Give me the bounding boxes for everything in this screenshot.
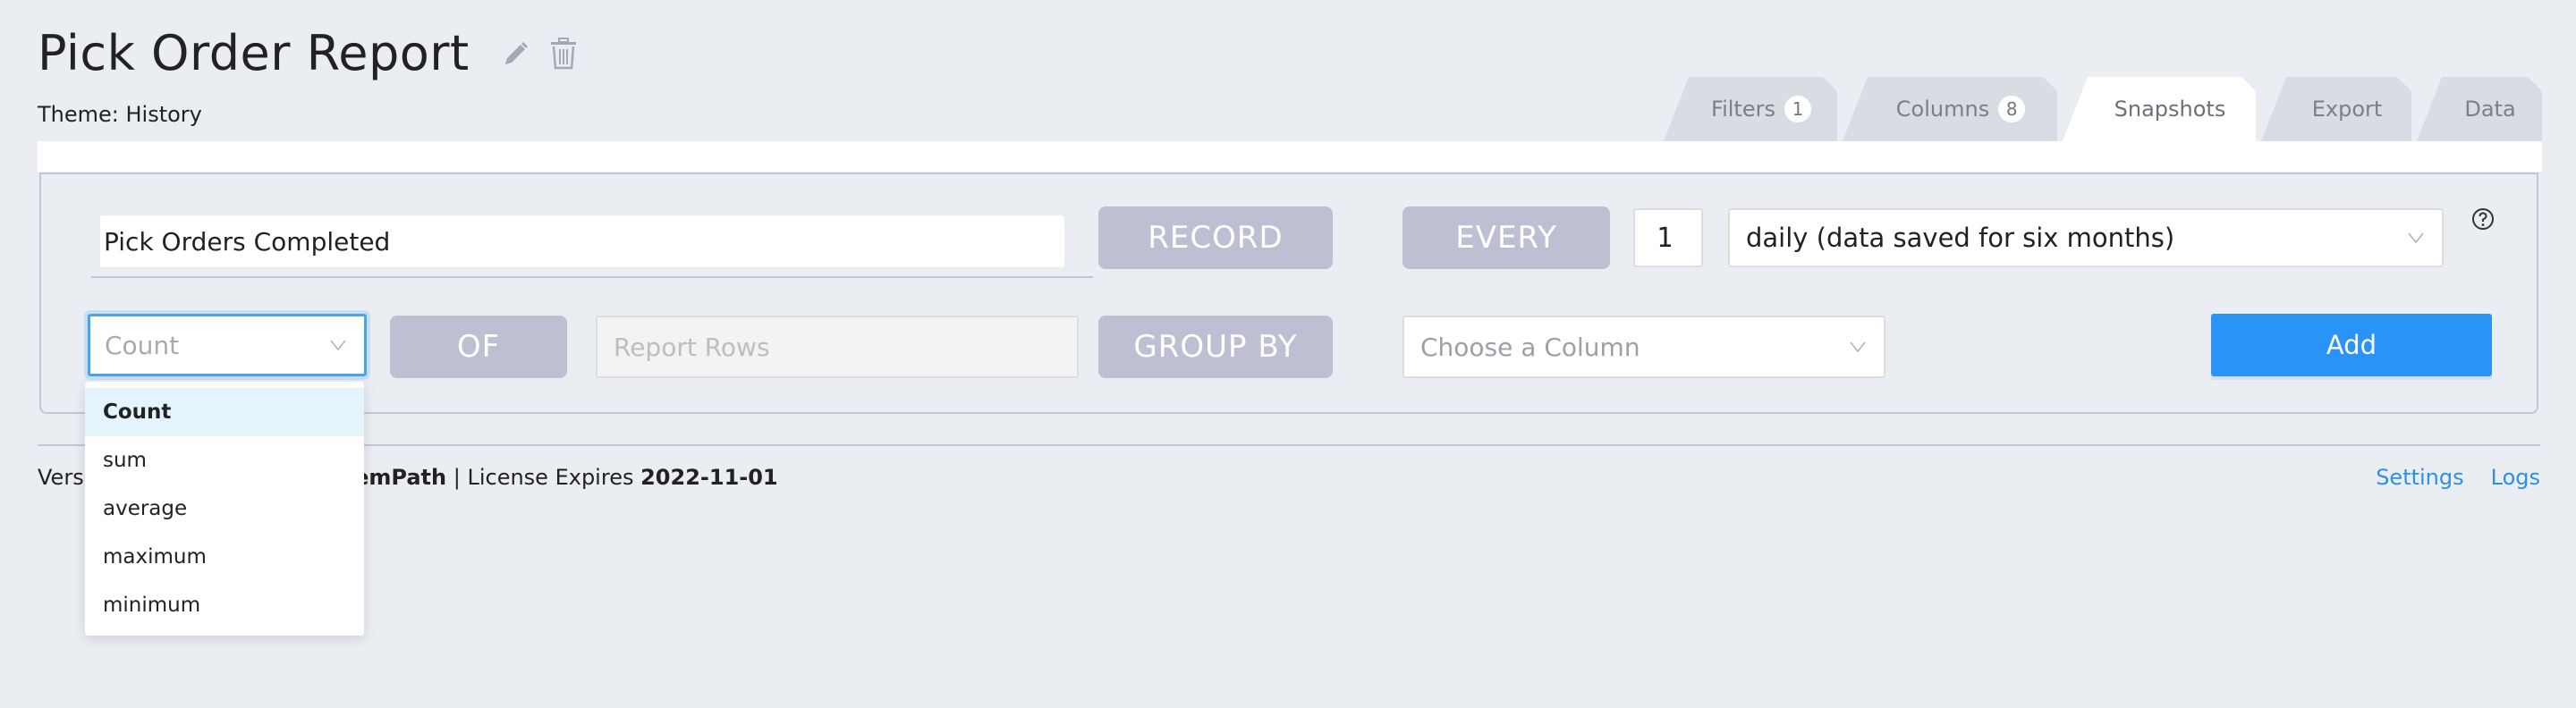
columns-count-badge: 8: [1998, 96, 2026, 122]
tab-label: Columns: [1895, 97, 1990, 122]
report-page: Pick Order Report Theme: History Filters: [0, 0, 2576, 708]
aggregation-dropdown-menu: Count sum average maximum minimum: [85, 382, 364, 636]
footer-links: Settings Logs: [2376, 465, 2540, 490]
tab-label: Data: [2464, 97, 2516, 122]
settings-link[interactable]: Settings: [2376, 465, 2463, 490]
aggregation-select-value: Count: [105, 330, 180, 360]
filters-count-badge: 1: [1784, 96, 1811, 122]
title-row: Pick Order Report: [38, 25, 579, 81]
footer-divider: [38, 444, 2540, 446]
snapshot-form-panel: RECORD EVERY 1 daily (data saved for six…: [39, 173, 2538, 414]
dropdown-option-count[interactable]: Count: [85, 388, 364, 436]
of-field: Report Rows: [596, 316, 1079, 378]
group-by-label: GROUP BY: [1098, 316, 1333, 378]
chevron-down-icon: [1850, 341, 1866, 352]
separator: |: [453, 465, 461, 490]
group-by-column-select[interactable]: Choose a Column: [1402, 316, 1885, 378]
logs-link[interactable]: Logs: [2491, 465, 2540, 490]
dropdown-option-sum[interactable]: sum: [85, 436, 364, 485]
tab-label: Export: [2311, 97, 2383, 122]
license-date: 2022-11-01: [640, 465, 778, 490]
trash-icon: [550, 37, 576, 69]
tab-content-header: [38, 141, 2542, 172]
group-by-placeholder: Choose a Column: [1420, 332, 1640, 362]
chevron-down-icon: [2408, 232, 2424, 243]
tab-columns[interactable]: Columns 8: [1843, 77, 2057, 141]
tab-label: Filters: [1711, 97, 1775, 122]
record-label: RECORD: [1098, 206, 1333, 269]
edit-button[interactable]: [502, 39, 530, 68]
interval-select[interactable]: daily (data saved for six months): [1728, 208, 2444, 267]
tab-bar: Filters 1 Columns 8 Snapshots Export Dat…: [1658, 77, 2542, 141]
every-count-input[interactable]: 1: [1633, 208, 1703, 267]
tab-export[interactable]: Export: [2261, 77, 2411, 141]
version-text: Vers: [38, 465, 84, 490]
snapshot-name-field: [91, 215, 1093, 278]
page-title: Pick Order Report: [38, 25, 470, 81]
dropdown-option-average[interactable]: average: [85, 485, 364, 533]
aggregation-select[interactable]: Count: [88, 314, 367, 376]
tab-snapshots[interactable]: Snapshots: [2063, 77, 2256, 141]
every-label: EVERY: [1402, 206, 1610, 269]
license-label: License Expires: [467, 465, 634, 490]
tab-data[interactable]: Data: [2417, 77, 2542, 141]
add-snapshot-button[interactable]: Add: [2211, 314, 2492, 376]
of-label: OF: [390, 316, 567, 378]
snapshot-name-input[interactable]: [100, 215, 1064, 267]
chevron-down-icon: [330, 340, 346, 350]
tab-label: Snapshots: [2114, 97, 2226, 122]
pencil-icon: [504, 41, 528, 64]
dropdown-option-minimum[interactable]: minimum: [85, 581, 364, 629]
dropdown-option-maximum[interactable]: maximum: [85, 533, 364, 581]
question-circle-icon[interactable]: [2470, 206, 2496, 232]
interval-select-value: daily (data saved for six months): [1746, 223, 2175, 253]
delete-button[interactable]: [548, 37, 579, 71]
tab-filters[interactable]: Filters 1: [1664, 77, 1837, 141]
theme-label: Theme: History: [38, 102, 202, 127]
